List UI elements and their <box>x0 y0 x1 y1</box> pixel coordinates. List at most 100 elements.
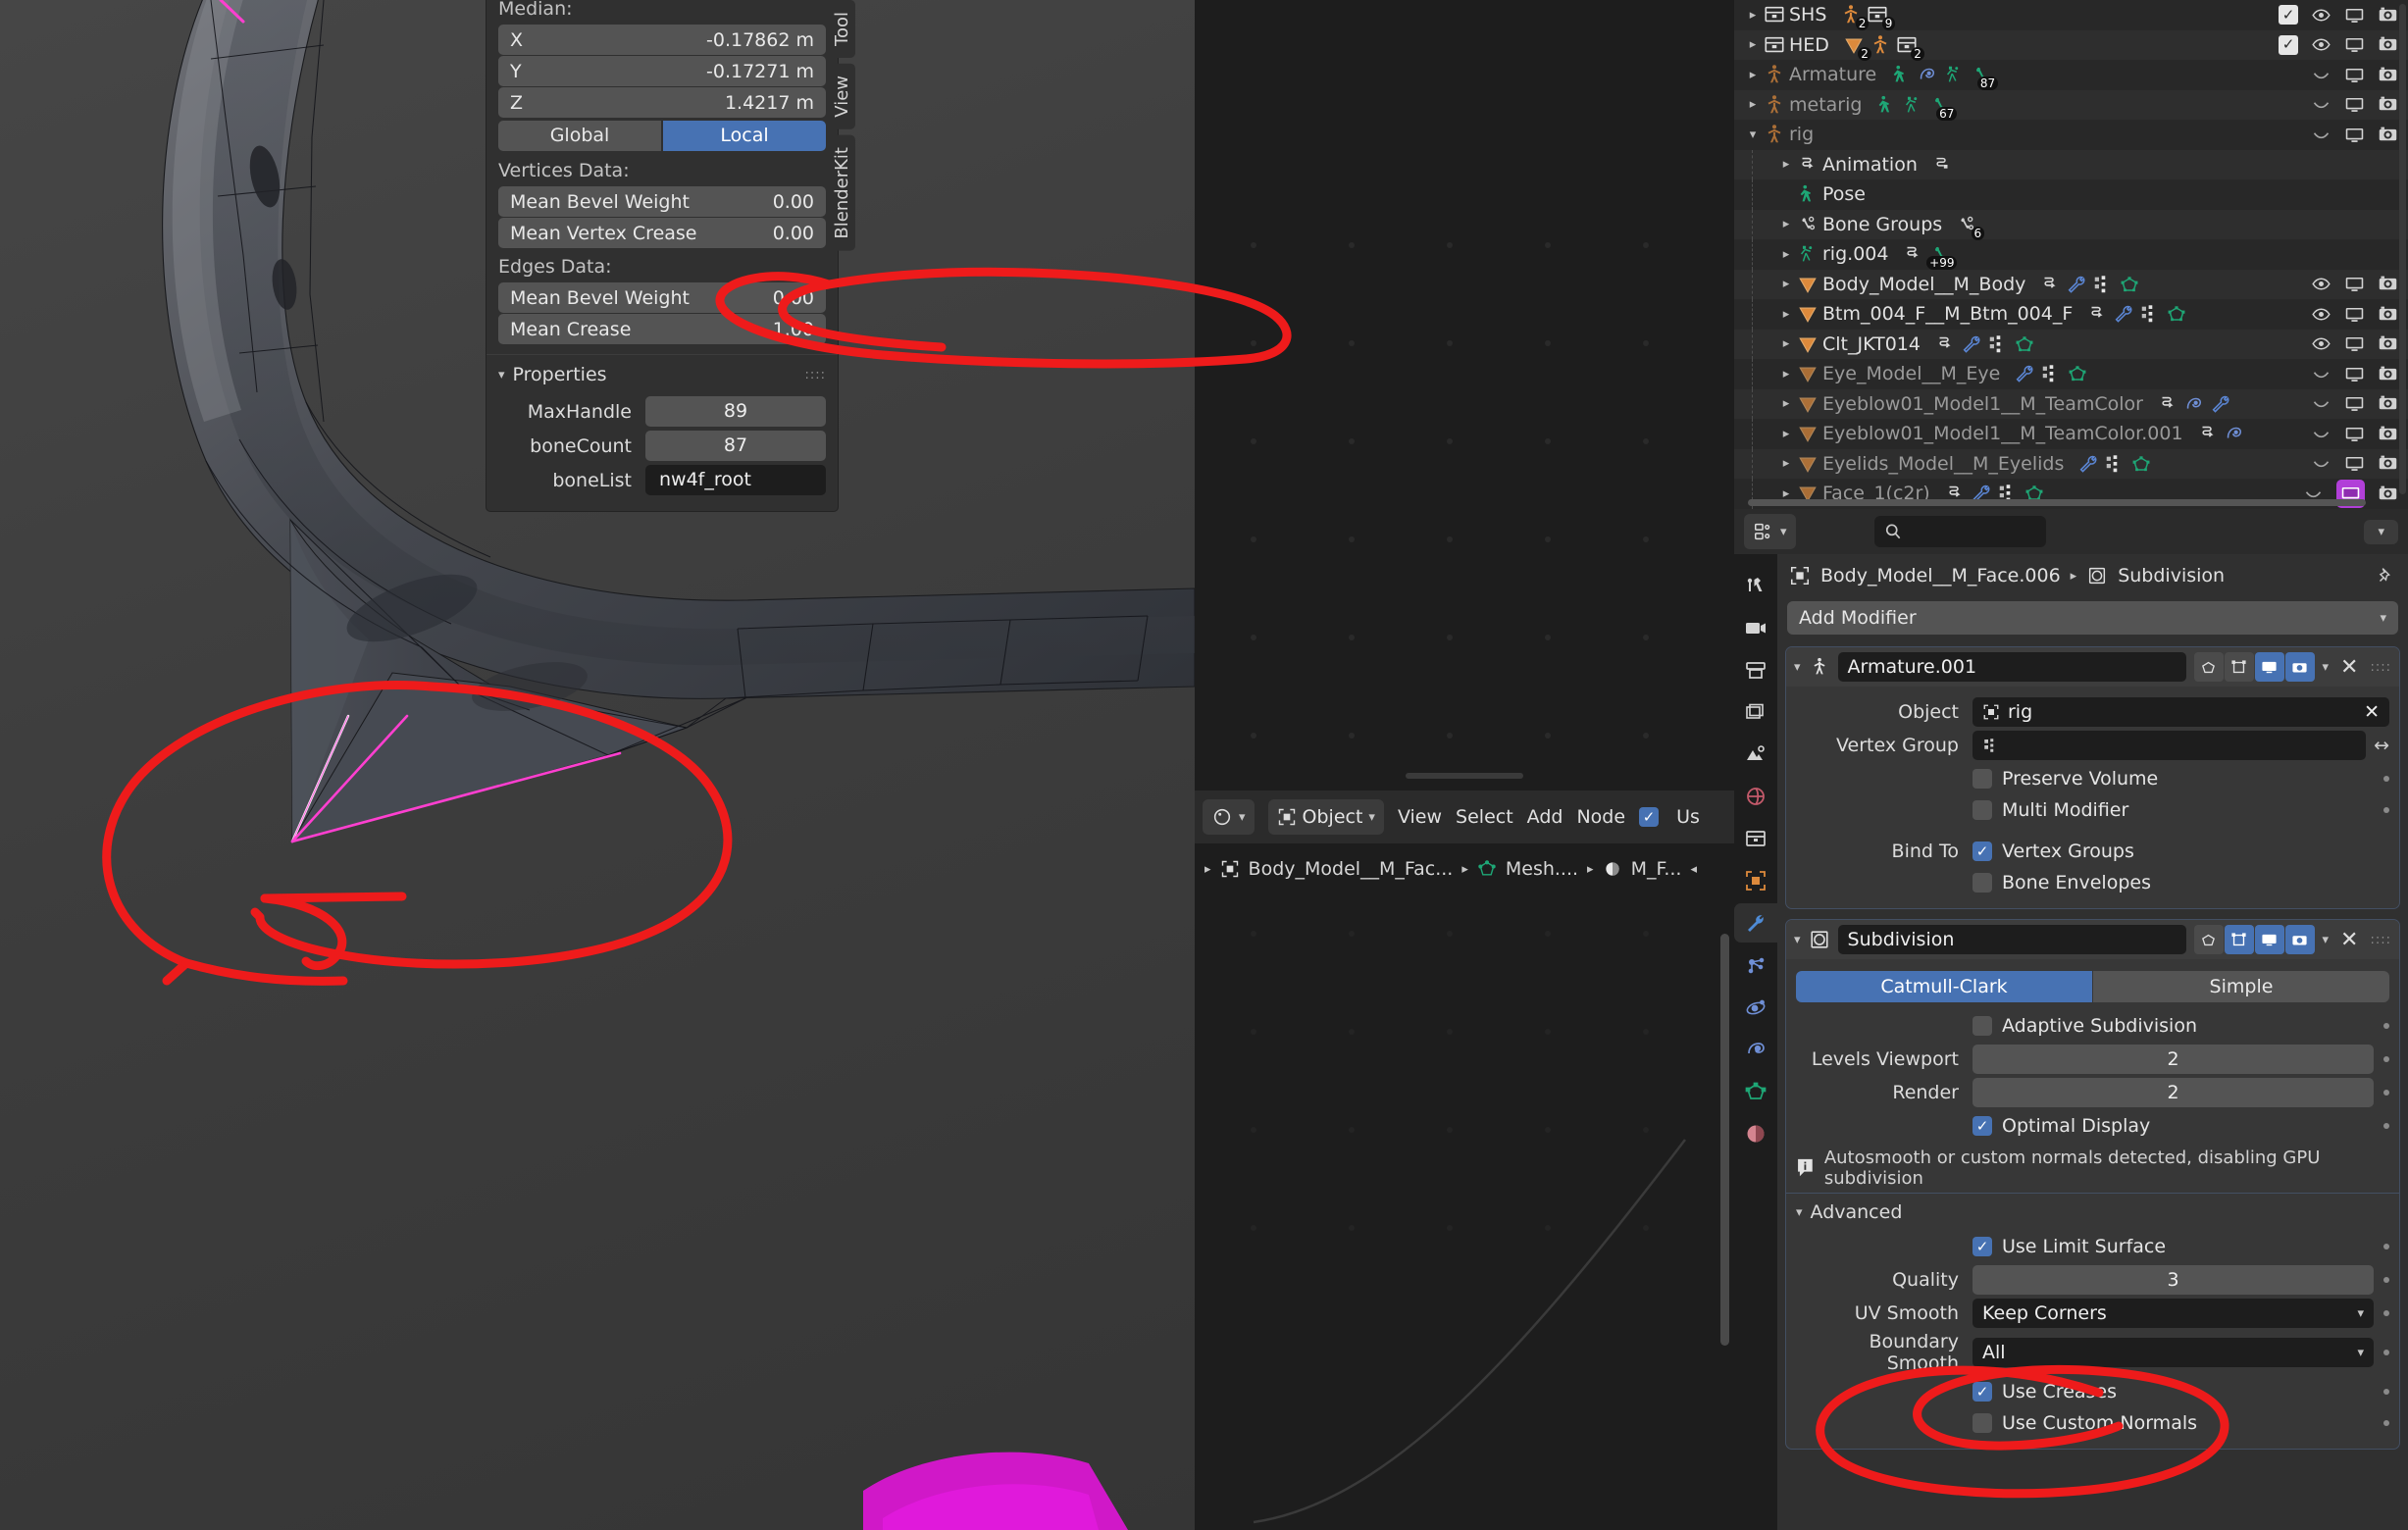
vertex-group-icon[interactable] <box>2092 274 2114 295</box>
chevron-right-icon[interactable]: ▸ <box>1775 336 1797 351</box>
chevron-right-icon[interactable]: ▸ <box>1742 8 1764 23</box>
sidebar-tab-blenderkit[interactable]: BlenderKit <box>829 134 855 251</box>
animate-property-dot[interactable] <box>2383 1023 2389 1029</box>
subdivision-type-toggle[interactable]: Catmull-Clark Simple <box>1796 971 2389 1002</box>
tab-modifier-icon[interactable] <box>1734 903 1777 943</box>
camera-icon[interactable] <box>2378 274 2398 294</box>
chevron-down-icon[interactable]: ▾ <box>1794 660 1801 675</box>
chevron-right-icon[interactable]: ▸ <box>1775 307 1797 322</box>
outliner-row[interactable]: ▸ Eye_Model__M_Eye <box>1734 359 2408 389</box>
levels-viewport-value[interactable]: 2 <box>1973 1045 2374 1074</box>
vertex-group-icon[interactable] <box>2104 453 2126 475</box>
animation-icon[interactable] <box>1934 333 1956 355</box>
armature-data-icon[interactable] <box>1902 94 1923 116</box>
monitor-icon[interactable] <box>2344 274 2365 294</box>
catmull-clark-button[interactable]: Catmull-Clark <box>1796 971 2092 1002</box>
monitor-icon[interactable] <box>2344 94 2365 115</box>
chevron-right-icon[interactable]: ▸ <box>1775 217 1797 231</box>
animation-icon[interactable] <box>2157 393 2178 415</box>
use-creases-checkbox[interactable]: ✓ <box>1973 1382 1992 1402</box>
animate-property-dot[interactable] <box>2383 1420 2389 1426</box>
eye-closed-icon[interactable] <box>2311 125 2331 145</box>
outliner-horizontal-scrollbar[interactable] <box>1748 499 2366 506</box>
animation-icon[interactable] <box>2039 274 2061 295</box>
tab-world-icon[interactable] <box>1734 777 1777 816</box>
render-levels-row[interactable]: Render 2 <box>1786 1077 2399 1108</box>
outliner-row[interactable]: ▸ Eyeblow01_Model1__M_TeamColor <box>1734 388 2408 419</box>
modifier-extras-dropdown[interactable]: ▾ <box>2323 660 2330 675</box>
mesh-data-icon[interactable] <box>2166 303 2187 325</box>
use-custom-normals-checkbox[interactable] <box>1973 1413 1992 1433</box>
outliner-row[interactable]: ▸ Eyelids_Model__M_Eyelids <box>1734 448 2408 479</box>
outliner-row[interactable]: ▸ Pose <box>1734 179 2408 210</box>
properties-filter-dropdown[interactable]: ▾ <box>2364 519 2398 544</box>
vertex-groups-checkbox[interactable]: ✓ <box>1973 842 1992 861</box>
quality-value[interactable]: 3 <box>1973 1265 2374 1295</box>
breadcrumb-object-name[interactable]: Body_Model__M_Face.006 <box>1820 565 2061 586</box>
use-limit-surface-row[interactable]: ✓ Use Limit Surface <box>1786 1231 2399 1262</box>
animate-property-dot[interactable] <box>2383 1090 2389 1096</box>
chevron-right-icon[interactable]: ▸ <box>1775 456 1797 471</box>
tab-render-icon[interactable] <box>1734 608 1777 647</box>
boundary-smooth-row[interactable]: Boundary Smooth All ▾ <box>1786 1331 2399 1374</box>
node-canvas-scrollbar[interactable] <box>1720 934 1729 1346</box>
animate-property-dot[interactable] <box>2383 1310 2389 1316</box>
monitor-icon[interactable] <box>2344 304 2365 325</box>
modifier-display-toggles-armature[interactable] <box>2193 652 2315 682</box>
chevron-right-icon[interactable]: ▸ <box>1742 97 1764 112</box>
properties-content[interactable]: Body_Model__M_Face.006 ▸ Subdivision Add… <box>1777 554 2408 1530</box>
animate-property-dot[interactable] <box>2383 1350 2389 1355</box>
outliner-row[interactable]: ▸ rig.004 +99 <box>1734 239 2408 271</box>
mesh-data-icon[interactable] <box>2130 453 2152 475</box>
tab-constraint-icon[interactable] <box>1734 1030 1777 1069</box>
bonelist-value[interactable]: nw4f_root <box>645 465 826 495</box>
node-editor-upper-area[interactable] <box>1195 0 1734 785</box>
use-nodes-checkbox[interactable]: ✓ <box>1639 807 1660 827</box>
close-icon[interactable]: ✕ <box>2336 655 2362 680</box>
properties-search-input[interactable] <box>1873 516 2046 547</box>
toggle-realtime-icon[interactable] <box>2254 652 2284 682</box>
boundary-smooth-dropdown[interactable]: All ▾ <box>1973 1338 2374 1367</box>
animate-property-dot[interactable] <box>2383 1389 2389 1395</box>
tab-output-icon[interactable] <box>1734 650 1777 689</box>
mesh-data-icon[interactable] <box>2119 274 2140 295</box>
action-icon[interactable] <box>1931 154 1953 176</box>
monitor-icon[interactable] <box>2344 125 2365 145</box>
bone-group-icon[interactable]: 6 <box>1956 214 1985 240</box>
tab-object-icon[interactable] <box>1734 861 1777 900</box>
pin-icon[interactable] <box>2375 565 2396 586</box>
node-editor-canvas[interactable] <box>1195 894 1734 1530</box>
mesh-data-icon[interactable] <box>2067 363 2088 384</box>
eye-closed-icon[interactable] <box>2311 94 2331 115</box>
wrench-icon[interactable] <box>2066 274 2087 295</box>
monitor-icon[interactable] <box>2344 453 2365 474</box>
outliner-row[interactable]: ▸ Btm_004_F__M_Btm_004_F <box>1734 299 2408 330</box>
optimal-display-row[interactable]: ✓ Optimal Display <box>1786 1110 2399 1142</box>
chevron-right-icon[interactable]: ▸ <box>1775 427 1797 441</box>
properties-editor[interactable]: ▾ ▾ Body_Model__M_Face.006 ▸ Subdivision… <box>1734 509 2408 1530</box>
bonecount-row[interactable]: boneCount 87 <box>498 431 826 461</box>
outliner-row[interactable]: ▾ rig <box>1734 120 2408 150</box>
modifier-panel-subdivision[interactable]: ▾ Subdivision ▾ ✕:::: Catmull-Clark Sim… <box>1785 919 2400 1450</box>
transform-space-toggle[interactable]: Global Local <box>498 121 826 151</box>
tab-scene-icon[interactable] <box>1734 735 1777 774</box>
breadcrumb-object[interactable]: Body_Model__M_Fac... <box>1249 858 1454 880</box>
mean-bevel-weight-vertex-row[interactable]: Mean Bevel Weight 0.00 <box>498 186 826 217</box>
properties-editor-type-selector[interactable]: ▾ <box>1744 514 1796 549</box>
wrench-icon[interactable] <box>2210 393 2231 415</box>
tab-physics-icon[interactable] <box>1734 988 1777 1027</box>
eye-icon[interactable] <box>2311 34 2331 55</box>
wrench-icon[interactable] <box>2113 303 2134 325</box>
chevron-right-icon[interactable]: ▸ <box>1775 396 1797 411</box>
camera-icon[interactable] <box>2378 333 2398 354</box>
checkbox-checked[interactable]: ✓ <box>2279 5 2298 26</box>
mean-vertex-crease-row[interactable]: Mean Vertex Crease 0.00 <box>498 218 826 248</box>
constraint-icon[interactable] <box>2183 393 2205 415</box>
uv-smooth-dropdown[interactable]: Keep Corners ▾ <box>1973 1299 2374 1328</box>
tab-view-layer-icon[interactable] <box>1734 692 1777 732</box>
breadcrumb-expand-icon[interactable]: ▸ <box>1204 862 1211 877</box>
monitor-icon[interactable] <box>2344 333 2365 354</box>
modifier-name-subdivision[interactable]: Subdivision <box>1837 925 2186 954</box>
outliner-row[interactable]: ▸ Animation <box>1734 149 2408 179</box>
camera-icon[interactable] <box>2378 65 2398 85</box>
